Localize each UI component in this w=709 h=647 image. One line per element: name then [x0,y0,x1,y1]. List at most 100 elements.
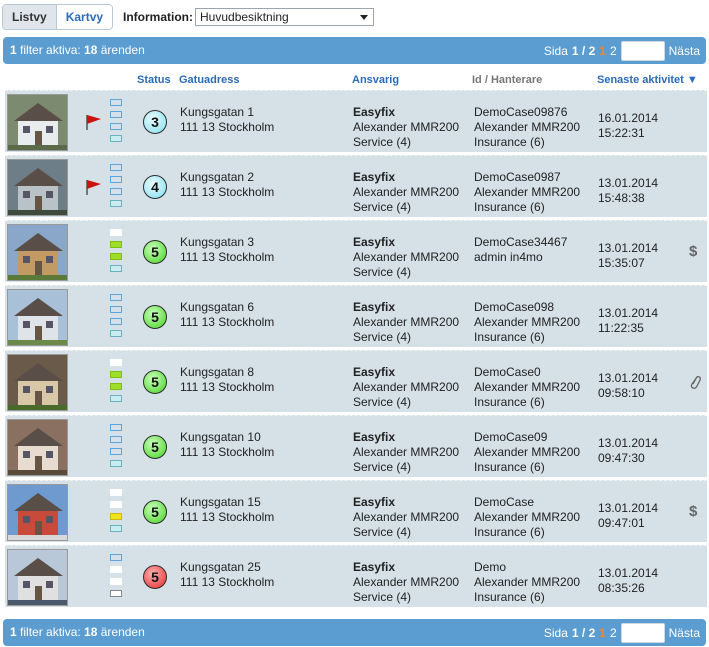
property-thumbnail[interactable] [7,549,68,606]
property-thumbnail[interactable] [7,159,68,216]
inspection-bar [110,99,122,106]
street: Kungsgatan 6 [180,300,255,314]
address-cell[interactable]: Kungsgatan 10 111 13 Stockholm [180,430,274,460]
property-thumbnail[interactable] [7,354,68,411]
insurance-count: Insurance (6) [474,395,545,409]
chevron-down-icon [360,15,368,20]
inspection-bar [110,306,122,313]
column-address[interactable]: Gatuadress [179,74,240,86]
table-row[interactable]: 3 Kungsgatan 1 111 13 Stockholm Easyfix … [5,90,707,152]
postal-city: 111 13 Stockholm [180,185,275,199]
insurance-count: Insurance (6) [474,525,545,539]
company-name: Easyfix [353,365,396,379]
table-row[interactable]: 5 Kungsgatan 6 111 13 Stockholm Easyfix … [5,285,707,347]
latest-activity-cell: 13.01.2014 09:47:01 [598,501,658,531]
dollar-icon[interactable]: $ [689,503,697,520]
status-badge[interactable]: 5 [143,370,167,394]
inspection-bars [110,359,124,407]
responsible-cell: Easyfix Alexander MMR200 Service (4) [353,495,459,540]
status-badge[interactable]: 5 [143,500,167,524]
inspection-bar [110,424,122,431]
latest-activity-cell: 13.01.2014 09:47:30 [598,436,658,466]
flag-icon[interactable] [85,178,103,196]
page-2-link[interactable]: 2 [610,44,617,58]
responsible-person: Alexander MMR200 [353,185,460,199]
handler-name: Alexander MMR200 [474,380,581,394]
inspection-bar [110,578,122,585]
company-name: Easyfix [353,170,396,184]
responsible-cell: Easyfix Alexander MMR200 Service (4) [353,430,459,475]
handler-name: Alexander MMR200 [474,120,581,134]
property-thumbnail[interactable] [7,94,68,151]
table-row[interactable]: 5 Kungsgatan 3 111 13 Stockholm Easyfix … [5,220,707,282]
table-row[interactable]: 4 Kungsgatan 2 111 13 Stockholm Easyfix … [5,155,707,217]
latest-activity-cell: 13.01.2014 08:35:26 [598,566,658,596]
address-cell[interactable]: Kungsgatan 15 111 13 Stockholm [180,495,274,525]
status-badge[interactable]: 3 [143,110,167,134]
filter-bar-bottom: 1 filter aktiva: 18 ärenden Sida 1 / 2 1… [3,619,706,646]
responsible-person: Alexander MMR200 [353,315,460,329]
inspection-bar [110,489,122,496]
property-thumbnail[interactable] [7,289,68,346]
inspection-bar [110,395,122,402]
address-cell[interactable]: Kungsgatan 25 111 13 Stockholm [180,560,274,590]
column-latest-activity[interactable]: Senaste aktivitet ▼ [597,74,698,86]
house-image [8,160,67,215]
table-row[interactable]: 5 Kungsgatan 10 111 13 Stockholm Easyfix… [5,415,707,477]
list-view-button[interactable]: Listvy [3,5,57,29]
column-responsible[interactable]: Ansvarig [352,74,399,86]
status-badge[interactable]: 5 [143,435,167,459]
insurance-count: Insurance (6) [474,135,545,149]
page-input[interactable] [620,41,665,61]
inspection-bar [110,200,122,207]
property-thumbnail[interactable] [7,484,68,541]
page-current[interactable]: 1 [599,626,606,640]
inspection-bar [110,460,122,467]
handler-name: Alexander MMR200 [474,315,581,329]
property-thumbnail[interactable] [7,224,68,281]
inspection-bars [110,489,124,537]
inspection-bar [110,566,122,573]
responsible-cell: Easyfix Alexander MMR200 Service (4) [353,300,459,345]
page-current[interactable]: 1 [599,44,606,58]
handler-name: Alexander MMR200 [474,185,581,199]
handler-name: Alexander MMR200 [474,510,581,524]
case-id: DemoCase09876 [474,105,568,119]
status-badge[interactable]: 5 [143,240,167,264]
page-input[interactable] [620,623,665,643]
house-image [8,355,67,410]
address-cell[interactable]: Kungsgatan 1 111 13 Stockholm [180,105,274,135]
property-thumbnail[interactable] [7,419,68,476]
column-status[interactable]: Status [137,74,171,86]
address-cell[interactable]: Kungsgatan 8 111 13 Stockholm [180,365,274,395]
table-row[interactable]: 5 Kungsgatan 25 111 13 Stockholm Easyfix… [5,545,707,607]
address-cell[interactable]: Kungsgatan 6 111 13 Stockholm [180,300,274,330]
flag-icon[interactable] [85,113,103,131]
company-name: Easyfix [353,560,396,574]
map-view-button[interactable]: Kartvy [56,5,113,29]
dollar-icon[interactable]: $ [689,243,697,260]
column-id[interactable]: Id / Hanterare [472,74,542,86]
activity-time: 08:35:26 [598,581,645,595]
address-cell[interactable]: Kungsgatan 3 111 13 Stockholm [180,235,274,265]
responsible-person: Alexander MMR200 [353,120,460,134]
information-select[interactable]: Huvudbesiktning [195,8,374,26]
inspection-bar [110,241,122,248]
table-row[interactable]: 5 Kungsgatan 15 111 13 Stockholm Easyfix… [5,480,707,542]
table-row[interactable]: 5 Kungsgatan 8 111 13 Stockholm Easyfix … [5,350,707,412]
postal-city: 111 13 Stockholm [180,315,275,329]
inspection-bar [110,525,122,532]
case-id: DemoCase09 [474,430,548,444]
address-cell[interactable]: Kungsgatan 2 111 13 Stockholm [180,170,274,200]
next-page-link[interactable]: Nästa [669,626,700,640]
page-2-link[interactable]: 2 [610,626,617,640]
status-badge[interactable]: 5 [143,305,167,329]
case-id: DemoCase0987 [474,170,561,184]
inspection-bars [110,164,124,212]
next-page-link[interactable]: Nästa [669,44,700,58]
house-image [8,485,67,540]
insurance-count: Insurance (6) [474,200,545,214]
status-badge[interactable]: 4 [143,175,167,199]
status-badge[interactable]: 5 [143,565,167,589]
paperclip-icon[interactable] [688,373,702,391]
